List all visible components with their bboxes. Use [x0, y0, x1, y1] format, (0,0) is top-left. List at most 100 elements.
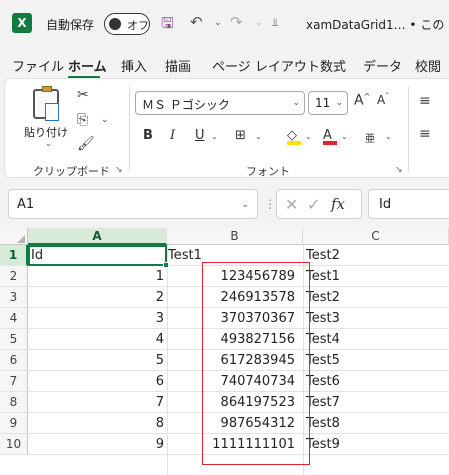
cell-c5[interactable]: Test4 [303, 329, 449, 350]
font-launcher-icon[interactable]: ↘ [395, 165, 403, 175]
column-header-a[interactable]: A [28, 228, 167, 245]
row-header-8[interactable]: 8 [0, 392, 28, 413]
tab-home[interactable]: ホーム [68, 56, 107, 75]
row-header-1[interactable]: 1 [0, 245, 28, 266]
align-left-icon[interactable]: ≡ [419, 126, 431, 142]
underline-button[interactable]: U [195, 128, 205, 143]
ribbon-tabs: ファイル ホーム 挿入 描画 ページ レイアウト 数式 データ 校閲 [0, 54, 449, 79]
more-icon[interactable]: ⋮ [264, 197, 276, 211]
redo-icon[interactable]: ↷ [230, 13, 243, 31]
cell-c4[interactable]: Test3 [303, 308, 449, 329]
tab-file[interactable]: ファイル [12, 56, 64, 75]
cancel-icon[interactable]: ✕ [285, 195, 298, 214]
undo-icon[interactable]: ↶ [190, 13, 203, 31]
tab-formulas[interactable]: 数式 [320, 56, 346, 75]
cell-a4[interactable]: 3 [28, 308, 167, 329]
cell-c1[interactable]: Test2 [303, 245, 449, 266]
cell-a7[interactable]: 6 [28, 371, 167, 392]
cell-a6[interactable]: 5 [28, 350, 167, 371]
cell-c6[interactable]: Test5 [303, 350, 449, 371]
column-header-c[interactable]: C [303, 228, 449, 245]
paste-icon[interactable] [33, 86, 59, 121]
borders-icon[interactable]: ⊞ [235, 128, 246, 143]
row-header-9[interactable]: 9 [0, 413, 28, 434]
grow-font-button[interactable]: A^ [354, 92, 370, 109]
cell-c2[interactable]: Test1 [303, 266, 449, 287]
italic-button[interactable]: I [170, 128, 175, 143]
font-size-value: 11 [315, 96, 331, 110]
undo-dropdown-icon[interactable]: ⌄ [214, 18, 222, 28]
font-name-value: ＭＳ Ｐゴシック [142, 98, 230, 112]
cell-a9[interactable]: 8 [28, 413, 167, 434]
title-bar: X 自動保存 オフ 🖫 ↶ ⌄ ↷ ⌄ ⫫ xamDataGrid1… • この… [0, 0, 449, 48]
font-color-dropdown-icon[interactable]: ⌄ [341, 132, 348, 141]
chevron-down-icon: ⌄ [241, 200, 249, 210]
phonetic-dropdown-icon[interactable]: ⌄ [385, 132, 392, 141]
tab-review[interactable]: 校閲 [415, 56, 441, 75]
cell-c10[interactable]: Test9 [303, 434, 449, 455]
autosave-toggle[interactable]: オフ [104, 13, 150, 35]
name-box[interactable]: A1 ⌄ [8, 189, 258, 219]
cell-c7[interactable]: Test6 [303, 371, 449, 392]
font-size-select[interactable]: 11 ⌄ [308, 91, 348, 115]
save-icon[interactable]: 🖫 [161, 13, 174, 38]
formula-input[interactable]: Id [368, 189, 449, 219]
bold-button[interactable]: B [143, 128, 153, 143]
paste-button[interactable]: 貼り付け [24, 124, 68, 140]
paste-dropdown-icon[interactable]: ⌄ [45, 139, 52, 148]
customize-toolbar-icon[interactable]: ⫫ [272, 16, 278, 30]
toggle-knob [109, 18, 121, 30]
autosave-state: オフ [127, 19, 149, 32]
underline-dropdown-icon[interactable]: ⌄ [211, 132, 218, 141]
ribbon: 貼り付け ⌄ ✂ ⎘ ⌄ 🖌 クリップボード ↘ ＭＳ Ｐゴシック ⌄ 11 ⌄… [4, 78, 449, 178]
column-header-b[interactable]: B [167, 228, 303, 245]
cell-c3[interactable]: Test2 [303, 287, 449, 308]
fill-handle[interactable] [163, 262, 169, 268]
cell-c9[interactable]: Test8 [303, 413, 449, 434]
clipboard-clip-icon [42, 86, 52, 92]
group-separator [129, 87, 130, 171]
row-header-10[interactable]: 10 [0, 434, 28, 455]
select-all-button[interactable] [0, 228, 28, 245]
row-header-4[interactable]: 4 [0, 308, 28, 329]
copy-dropdown-icon[interactable]: ⌄ [101, 115, 109, 125]
cut-icon[interactable]: ✂ [77, 87, 89, 103]
tab-data[interactable]: データ [363, 56, 402, 75]
phonetic-icon[interactable]: 亜 [365, 130, 375, 145]
tab-page-layout[interactable]: ページ レイアウト [212, 56, 320, 75]
cell-a3[interactable]: 2 [28, 287, 167, 308]
row-header-6[interactable]: 6 [0, 350, 28, 371]
formula-bar: A1 ⌄ ⋮ ✕ ✓ fx Id [0, 185, 449, 225]
paste-sheet-icon [45, 103, 59, 121]
format-painter-icon[interactable]: 🖌 [77, 136, 95, 152]
tab-insert[interactable]: 挿入 [121, 56, 147, 75]
row-header-3[interactable]: 3 [0, 287, 28, 308]
cell-a10[interactable]: 9 [28, 434, 167, 455]
clipboard-launcher-icon[interactable]: ↘ [115, 165, 123, 175]
align-top-icon[interactable]: ≡ [419, 93, 431, 109]
document-title[interactable]: xamDataGrid1… • この PC [306, 16, 449, 33]
row-header-2[interactable]: 2 [0, 266, 28, 287]
fill-color-dropdown-icon[interactable]: ⌄ [305, 132, 312, 141]
copy-icon[interactable]: ⎘ [77, 112, 88, 128]
row-header-7[interactable]: 7 [0, 371, 28, 392]
row-header-5[interactable]: 5 [0, 329, 28, 350]
cell-c8[interactable]: Test7 [303, 392, 449, 413]
formula-buttons: ✕ ✓ fx [276, 189, 362, 219]
active-cell-border [28, 245, 169, 268]
chevron-down-icon: ⌄ [292, 98, 300, 108]
redo-dropdown-icon[interactable]: ⌄ [255, 18, 263, 28]
cell-a2[interactable]: 1 [28, 266, 167, 287]
fill-color-swatch [287, 141, 301, 145]
red-highlight-box [202, 262, 310, 465]
shrink-font-button[interactable]: Aˇ [377, 92, 389, 107]
cell-a5[interactable]: 4 [28, 329, 167, 350]
tab-draw[interactable]: 描画 [165, 56, 191, 75]
enter-icon[interactable]: ✓ [307, 195, 320, 214]
worksheet-grid[interactable]: A B C 1 2 3 4 5 6 7 8 9 10 Id Test1 Test2 1 123456789… [0, 228, 449, 475]
font-color-swatch [323, 141, 337, 145]
borders-dropdown-icon[interactable]: ⌄ [255, 132, 262, 141]
insert-function-button[interactable]: fx [331, 195, 345, 213]
cell-a8[interactable]: 7 [28, 392, 167, 413]
font-name-select[interactable]: ＭＳ Ｐゴシック ⌄ [135, 91, 305, 115]
